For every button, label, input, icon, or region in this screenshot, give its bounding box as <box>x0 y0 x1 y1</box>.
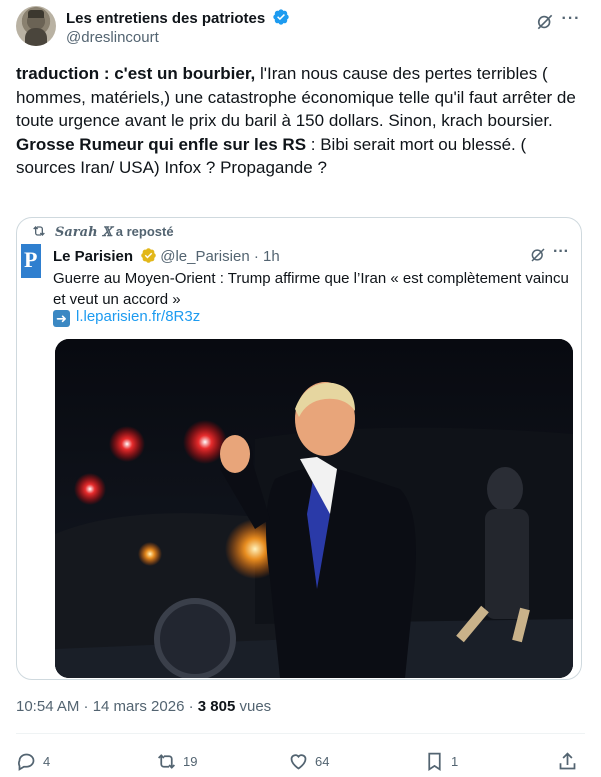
like-count: 64 <box>315 753 330 769</box>
reply-count: 4 <box>43 753 51 769</box>
quoted-author-row: Le Parisien @le_Parisien · 1h <box>53 247 280 265</box>
retweet-icon <box>158 753 175 769</box>
quoted-link[interactable]: ➜ l.leparisien.fr/8R3z <box>53 308 200 327</box>
quoted-author-name[interactable]: Le Parisien <box>53 248 133 265</box>
reposter-name[interactable]: Sarah 𝕏 <box>55 225 112 240</box>
photo-illustration <box>55 339 573 678</box>
news-photo[interactable] <box>55 339 573 678</box>
repost-button[interactable]: 19 <box>156 748 197 774</box>
tweet-timestamp[interactable]: 10:54 AM · 14 mars 2026 · <box>16 698 198 715</box>
arrow-right-icon: ➜ <box>53 310 70 327</box>
bookmark-count: 1 <box>451 753 459 769</box>
repost-label: a reposté <box>112 224 174 239</box>
quoted-grok-icon[interactable] <box>529 246 547 264</box>
author-handle[interactable]: @dreslincourt <box>66 29 159 46</box>
divider <box>16 733 585 734</box>
reply-icon <box>18 753 35 771</box>
avatar[interactable] <box>16 6 56 46</box>
quoted-tweet-card[interactable]: Sarah 𝕏 a reposté P Le Parisien @le_Pari… <box>16 217 582 680</box>
views-count: 3 805 <box>197 698 236 715</box>
like-button[interactable]: 64 <box>288 748 329 774</box>
quoted-more-options-icon[interactable]: ··· <box>551 244 571 263</box>
bookmark-button[interactable]: 1 <box>424 748 458 774</box>
quoted-link-text[interactable]: l.leparisien.fr/8R3z <box>76 308 200 325</box>
verified-badge-icon <box>273 9 290 25</box>
repost-indicator: Sarah 𝕏 a reposté <box>31 223 174 240</box>
tweet-header: Les entretiens des patriotes @dreslincou… <box>16 6 585 50</box>
quoted-tweet-text: Guerre au Moyen-Orient : Trump affirme q… <box>53 270 569 308</box>
bookmark-icon <box>428 752 441 771</box>
more-options-icon[interactable]: ··· <box>561 11 581 32</box>
views-label: vues <box>235 698 272 715</box>
author-name-row[interactable]: Les entretiens des patriotes <box>66 8 290 27</box>
quoted-time[interactable]: 1h <box>263 248 280 265</box>
verified-gold-badge-icon <box>141 248 156 263</box>
grok-icon[interactable] <box>535 12 555 32</box>
repost-icon <box>33 226 45 236</box>
heart-icon <box>290 753 307 770</box>
quoted-separator: · <box>249 248 263 265</box>
reply-button[interactable]: 4 <box>16 748 50 774</box>
tweet-actions: 4 19 64 1 <box>16 748 585 774</box>
author-display-name[interactable]: Les entretiens des patriotes <box>66 10 265 27</box>
quoted-author-handle[interactable]: @le_Parisien <box>160 248 249 265</box>
share-button[interactable] <box>557 748 584 774</box>
repost-count: 19 <box>183 753 198 769</box>
tweet-text: traduction : c'est un bourbier, l'Iran n… <box>16 62 581 180</box>
tweet-meta: 10:54 AM · 14 mars 2026 · 3 805 vues <box>16 698 271 715</box>
tweet-line2-bold: Grosse Rumeur qui enfle sur les RS <box>16 134 307 154</box>
le-parisien-logo[interactable]: P <box>21 244 41 278</box>
tweet-line1-bold: traduction : c'est un bourbier, <box>16 64 256 83</box>
share-icon <box>559 751 576 769</box>
logo-letter: P <box>24 247 38 272</box>
